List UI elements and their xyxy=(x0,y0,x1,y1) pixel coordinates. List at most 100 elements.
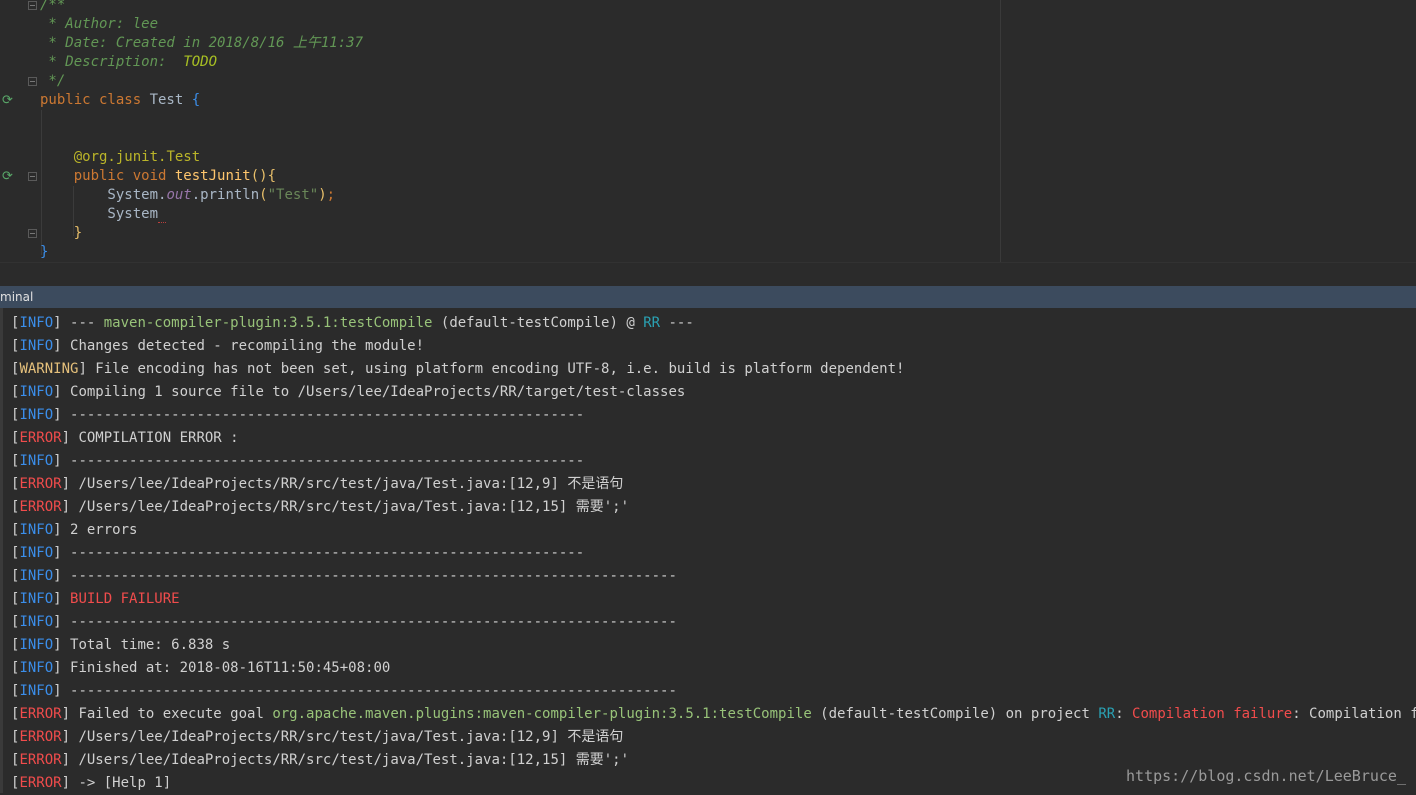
fold-icon[interactable] xyxy=(28,229,37,238)
terminal-token: INFO xyxy=(19,407,54,423)
terminal-token: (default-testCompile) @ xyxy=(432,315,644,331)
code-token: .println xyxy=(191,187,260,203)
terminal-line: [INFO] BUILD FAILURE xyxy=(11,588,180,611)
code-line[interactable]: * Date: Created in 2018/8/16 上午11:37 xyxy=(40,34,363,53)
terminal-token: INFO xyxy=(19,522,54,538)
terminal-token: ERROR xyxy=(19,430,62,446)
terminal-token: --- xyxy=(660,315,694,331)
code-token: /** xyxy=(40,0,66,13)
fold-icon[interactable] xyxy=(28,172,37,181)
terminal-token: ] --------------------------------------… xyxy=(53,568,677,584)
code-token: public void xyxy=(73,168,175,184)
terminal-token: ] File encoding has not been set, using … xyxy=(78,361,905,377)
code-editor[interactable]: ⟳ ⟳ /** * Author: lee * Date: Created in… xyxy=(0,0,1416,262)
terminal-token: ERROR xyxy=(19,752,62,768)
terminal-line: [INFO] Compiling 1 source file to /Users… xyxy=(11,381,685,404)
code-token: * Author: lee xyxy=(40,16,159,32)
panel-divider[interactable] xyxy=(0,262,1416,287)
fold-icon[interactable] xyxy=(28,1,37,10)
terminal-token: ] Changes detected - recompiling the mod… xyxy=(53,338,425,354)
code-token xyxy=(158,206,167,223)
right-margin-guide xyxy=(1000,0,1001,262)
code-token: out xyxy=(166,187,192,203)
code-token: ) xyxy=(318,187,327,203)
code-line[interactable]: @org.junit.Test xyxy=(40,148,200,167)
terminal-token: ] /Users/lee/IdeaProjects/RR/src/test/ja… xyxy=(61,752,630,768)
terminal-tab-label[interactable]: minal xyxy=(0,290,33,304)
code-token: } xyxy=(73,225,83,241)
terminal-token: ] --------------------------------------… xyxy=(53,407,585,423)
terminal-line: [INFO] Total time: 6.838 s xyxy=(11,634,230,657)
terminal-token: ] --------------------------------------… xyxy=(53,614,677,630)
code-token: Test xyxy=(166,149,201,165)
terminal-line: [INFO] Changes detected - recompiling th… xyxy=(11,335,424,358)
code-token: * Description: xyxy=(40,54,184,70)
code-token: TODO xyxy=(183,54,218,70)
terminal-token: RR xyxy=(1098,706,1116,722)
terminal-token: ERROR xyxy=(19,706,62,722)
code-token: */ xyxy=(40,73,66,89)
code-token: @org.junit. xyxy=(73,149,167,165)
terminal-token: INFO xyxy=(19,453,54,469)
terminal-token: INFO xyxy=(19,591,54,607)
code-line[interactable]: public void testJunit(){ xyxy=(40,167,276,186)
code-line[interactable]: */ xyxy=(40,72,65,91)
terminal-line: [INFO] --- maven-compiler-plugin:3.5.1:t… xyxy=(11,312,694,335)
terminal-token: ] --------------------------------------… xyxy=(53,545,585,561)
terminal-line: [INFO] ---------------------------------… xyxy=(11,565,677,588)
terminal-line: [ERROR] Failed to execute goal org.apach… xyxy=(11,703,1416,726)
code-line[interactable]: } xyxy=(40,243,48,262)
terminal-token: ] Failed to execute goal xyxy=(61,706,273,722)
terminal-line: [ERROR] COMPILATION ERROR : xyxy=(11,427,239,450)
terminal-token: RR xyxy=(643,315,661,331)
terminal-token: INFO xyxy=(19,384,54,400)
terminal-token: maven-compiler-plugin:3.5.1:testCompile xyxy=(103,315,433,331)
terminal-line: [INFO] ---------------------------------… xyxy=(11,450,584,473)
terminal-line: [ERROR] -> [Help 1] xyxy=(11,772,171,795)
terminal-line: [INFO] 2 errors xyxy=(11,519,137,542)
terminal-line: [INFO] ---------------------------------… xyxy=(11,611,677,634)
terminal-line: [INFO] ---------------------------------… xyxy=(11,680,677,703)
terminal-line: [INFO] ---------------------------------… xyxy=(11,542,584,565)
terminal-line: [ERROR] /Users/lee/IdeaProjects/RR/src/t… xyxy=(11,473,623,496)
terminal-token: INFO xyxy=(19,637,54,653)
code-line[interactable]: System.out.println("Test"); xyxy=(40,186,335,205)
terminal-token: INFO xyxy=(19,545,54,561)
code-line[interactable]: * Author: lee xyxy=(40,15,158,34)
code-line[interactable]: } xyxy=(40,224,82,243)
terminal-token: INFO xyxy=(19,614,54,630)
code-line[interactable]: * Description: TODO xyxy=(40,53,217,72)
terminal-line: [WARNING] File encoding has not been set… xyxy=(11,358,904,381)
terminal-token: INFO xyxy=(19,683,54,699)
code-line[interactable]: System xyxy=(40,205,167,224)
terminal-token: (default-testCompile) on project xyxy=(811,706,1099,722)
terminal-token: ] --------------------------------------… xyxy=(53,453,585,469)
terminal-token: ] Compiling 1 source file to /Users/lee/… xyxy=(53,384,686,400)
terminal-token: ] --- xyxy=(53,315,104,331)
code-line[interactable]: /** xyxy=(40,0,65,15)
run-test-icon[interactable]: ⟳ xyxy=(2,170,14,183)
code-token: ( xyxy=(259,187,268,203)
terminal-token: INFO xyxy=(19,660,54,676)
terminal-token: ] COMPILATION ERROR : xyxy=(61,430,239,446)
terminal-token: ] /Users/lee/IdeaProjects/RR/src/test/ja… xyxy=(61,476,624,492)
terminal-output[interactable]: [INFO] --- maven-compiler-plugin:3.5.1:t… xyxy=(0,308,1416,793)
terminal-tab-header[interactable]: minal xyxy=(0,286,1416,308)
terminal-token: ] -> [Help 1] xyxy=(61,775,172,791)
code-token: testJunit xyxy=(174,168,251,184)
terminal-token: WARNING xyxy=(19,361,79,377)
terminal-token: org.apache.maven.plugins:maven-compiler-… xyxy=(272,706,812,722)
code-token: * Date: Created in 2018/8/16 上午11:37 xyxy=(40,35,364,51)
terminal-line: [ERROR] /Users/lee/IdeaProjects/RR/src/t… xyxy=(11,496,629,519)
terminal-line: [ERROR] /Users/lee/IdeaProjects/RR/src/t… xyxy=(11,726,623,749)
code-line[interactable]: public class Test { xyxy=(40,91,200,110)
terminal-token: INFO xyxy=(19,568,54,584)
terminal-token: ] /Users/lee/IdeaProjects/RR/src/test/ja… xyxy=(61,729,624,745)
editor-gutter: ⟳ ⟳ xyxy=(0,0,40,262)
fold-icon[interactable] xyxy=(28,77,37,86)
code-token: ; xyxy=(326,187,336,203)
run-test-icon[interactable]: ⟳ xyxy=(2,94,14,107)
terminal-token: ] /Users/lee/IdeaProjects/RR/src/test/ja… xyxy=(61,499,630,515)
